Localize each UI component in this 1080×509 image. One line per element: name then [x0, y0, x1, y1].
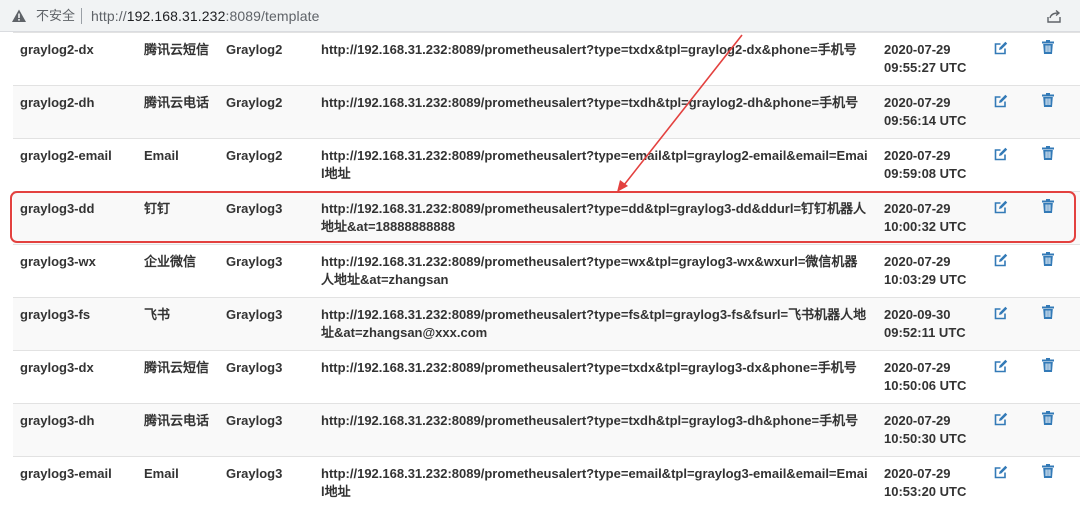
- edit-icon[interactable]: [994, 412, 1008, 426]
- template-type: 腾讯云电话: [144, 95, 210, 110]
- template-date: 2020-09-30: [884, 307, 951, 322]
- template-timestamp: 2020-07-29 10:50:06 UTC: [884, 359, 984, 395]
- template-timestamp: 2020-07-29 10:03:29 UTC: [884, 253, 984, 289]
- share-icon[interactable]: [1046, 8, 1062, 24]
- template-type: 腾讯云电话: [144, 413, 210, 428]
- template-time: 10:03:29 UTC: [884, 272, 967, 287]
- template-date: 2020-07-29: [884, 413, 951, 428]
- url-host: 192.168.31.232: [126, 8, 226, 24]
- template-group: Graylog2: [226, 95, 283, 110]
- template-type: Email: [144, 148, 179, 163]
- table-row: graylog2-dh 腾讯云电话 Graylog2 http://192.168.3…: [13, 85, 1080, 138]
- template-time: 09:55:27 UTC: [884, 60, 967, 75]
- template-name: graylog3-email: [20, 466, 112, 481]
- edit-icon[interactable]: [994, 306, 1008, 320]
- trash-icon[interactable]: [1041, 358, 1055, 372]
- edit-icon[interactable]: [994, 253, 1008, 267]
- template-group: Graylog2: [226, 42, 283, 57]
- template-type: Email: [144, 466, 179, 481]
- template-time: 10:50:06 UTC: [884, 378, 967, 393]
- template-date: 2020-07-29: [884, 42, 951, 57]
- template-date: 2020-07-29: [884, 201, 951, 216]
- template-name: graylog3-dh: [20, 413, 95, 428]
- insecure-label[interactable]: 不安全: [36, 8, 75, 24]
- template-url: http://192.168.31.232:8089/prometheusale…: [321, 148, 868, 181]
- trash-icon[interactable]: [1041, 411, 1055, 425]
- template-time: 10:50:30 UTC: [884, 431, 967, 446]
- edit-icon[interactable]: [994, 359, 1008, 373]
- browser-address-bar[interactable]: 不安全 http://192.168.31.232:8089/template: [0, 0, 1080, 32]
- template-type: 钉钉: [144, 201, 171, 216]
- url-path: :8089/template: [225, 8, 320, 24]
- table-row: graylog3-dh 腾讯云电话 Graylog3 http://192.168.3…: [13, 403, 1080, 456]
- template-url: http://192.168.31.232:8089/prometheusale…: [321, 42, 857, 57]
- template-date: 2020-07-29: [884, 95, 951, 110]
- template-url: http://192.168.31.232:8089/prometheusale…: [321, 360, 857, 375]
- template-url: http://192.168.31.232:8089/prometheusale…: [321, 95, 859, 110]
- trash-icon[interactable]: [1041, 305, 1055, 319]
- table-row: graylog3-dx 腾讯云短信 Graylog3 http://192.168.3…: [13, 350, 1080, 403]
- template-group: Graylog3: [226, 254, 283, 269]
- url-text[interactable]: http://192.168.31.232:8089/template: [91, 7, 319, 25]
- trash-icon[interactable]: [1041, 146, 1055, 160]
- address-separator: [81, 8, 82, 24]
- template-name: graylog3-dd: [20, 201, 95, 216]
- table-row: graylog3-fs 飞书 Graylog3 http://192.168.31.2…: [13, 297, 1080, 350]
- template-name: graylog2-email: [20, 148, 112, 163]
- url-scheme: http://: [91, 8, 127, 24]
- table-row: graylog3-wx 企业微信 Graylog3 http://192.168.31…: [13, 244, 1080, 297]
- template-time: 10:53:20 UTC: [884, 484, 967, 499]
- template-name: graylog3-fs: [20, 307, 91, 322]
- template-group: Graylog3: [226, 413, 283, 428]
- template-date: 2020-07-29: [884, 360, 951, 375]
- template-time: 09:52:11 UTC: [884, 325, 966, 340]
- trash-icon[interactable]: [1041, 40, 1055, 54]
- table-row: graylog2-dx 腾讯云短信 Graylog2 http://192.168.3…: [13, 32, 1080, 85]
- template-group: Graylog3: [226, 466, 283, 481]
- template-timestamp: 2020-07-29 09:59:08 UTC: [884, 147, 984, 183]
- edit-icon[interactable]: [994, 200, 1008, 214]
- table-row: graylog3-email Email Graylog3 http://192.16…: [13, 456, 1080, 509]
- edit-icon[interactable]: [994, 465, 1008, 479]
- template-date: 2020-07-29: [884, 254, 951, 269]
- template-group: Graylog2: [226, 148, 283, 163]
- template-url: http://192.168.31.232:8089/prometheusale…: [321, 201, 867, 234]
- template-name: graylog2-dh: [20, 95, 95, 110]
- template-group: Graylog3: [226, 360, 283, 375]
- template-timestamp: 2020-07-29 10:50:30 UTC: [884, 412, 984, 448]
- template-type: 腾讯云短信: [144, 360, 210, 375]
- template-name: graylog2-dx: [20, 42, 94, 57]
- template-time: 09:59:08 UTC: [884, 166, 967, 181]
- table-row: graylog3-dd 钉钉 Graylog3 http://192.168.31.2…: [13, 191, 1080, 244]
- template-time: 09:56:14 UTC: [884, 113, 967, 128]
- warning-icon: [12, 9, 26, 22]
- template-url: http://192.168.31.232:8089/prometheusale…: [321, 466, 868, 499]
- template-date: 2020-07-29: [884, 148, 951, 163]
- template-timestamp: 2020-07-29 09:55:27 UTC: [884, 41, 984, 77]
- template-date: 2020-07-29: [884, 466, 951, 481]
- template-time: 10:00:32 UTC: [884, 219, 967, 234]
- template-url: http://192.168.31.232:8089/prometheusale…: [321, 307, 867, 340]
- template-timestamp: 2020-07-29 10:53:20 UTC: [884, 465, 984, 501]
- template-name: graylog3-dx: [20, 360, 94, 375]
- template-type: 飞书: [144, 307, 171, 322]
- edit-icon[interactable]: [994, 147, 1008, 161]
- edit-icon[interactable]: [994, 94, 1008, 108]
- trash-icon[interactable]: [1041, 93, 1055, 107]
- table-row: graylog2-email Email Graylog2 http://192.16…: [13, 138, 1080, 191]
- template-name: graylog3-wx: [20, 254, 96, 269]
- template-url: http://192.168.31.232:8089/prometheusale…: [321, 413, 859, 428]
- trash-icon[interactable]: [1041, 464, 1055, 478]
- template-group: Graylog3: [226, 201, 283, 216]
- template-timestamp: 2020-07-29 10:00:32 UTC: [884, 200, 984, 236]
- trash-icon[interactable]: [1041, 252, 1055, 266]
- template-timestamp: 2020-07-29 09:56:14 UTC: [884, 94, 984, 130]
- edit-icon[interactable]: [994, 41, 1008, 55]
- template-group: Graylog3: [226, 307, 283, 322]
- trash-icon[interactable]: [1041, 199, 1055, 213]
- template-timestamp: 2020-09-30 09:52:11 UTC: [884, 306, 984, 342]
- template-type: 腾讯云短信: [144, 42, 210, 57]
- template-type: 企业微信: [144, 254, 197, 269]
- template-url: http://192.168.31.232:8089/prometheusale…: [321, 254, 858, 287]
